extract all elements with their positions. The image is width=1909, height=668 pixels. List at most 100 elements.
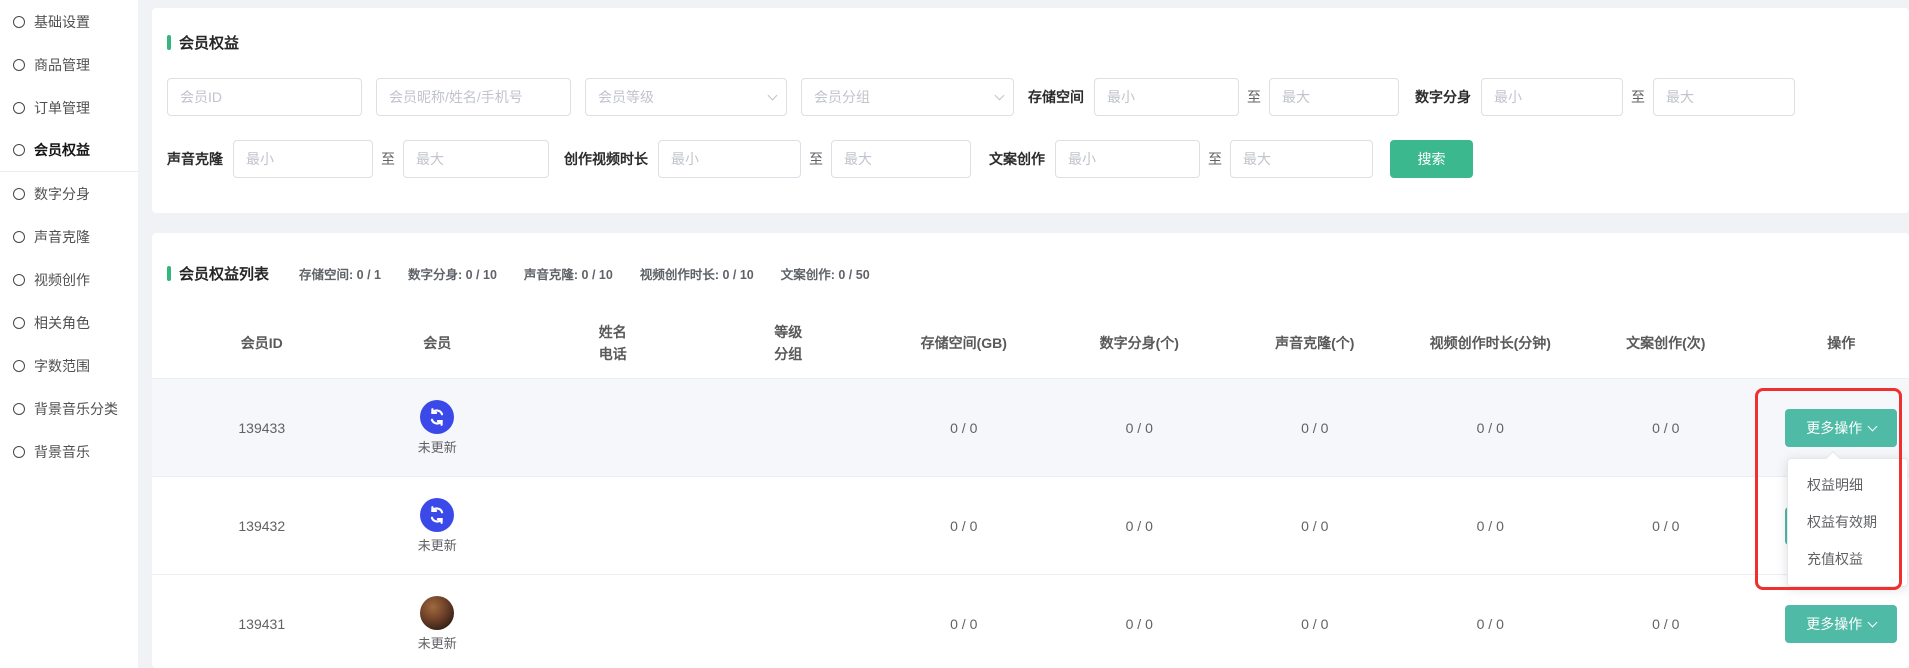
voice-range-label: 声音克隆 <box>167 149 223 169</box>
list-title: 会员权益列表 <box>179 263 269 284</box>
sidebar-item-label: 数字分身 <box>34 184 90 204</box>
circle-icon <box>13 403 25 415</box>
chevron-down-icon <box>768 91 778 101</box>
sidebar-item-label: 背景音乐 <box>34 442 90 462</box>
to-label: 至 <box>1631 87 1645 107</box>
logo-avatar <box>420 400 454 434</box>
circle-icon <box>13 188 25 200</box>
storage-range-label: 存储空间 <box>1028 87 1084 107</box>
circle-icon <box>13 16 25 28</box>
storage-min-input[interactable] <box>1094 78 1239 116</box>
filter-row-1: 会员等级 会员分组 存储空间 至 数字分身 至 <box>152 78 1795 116</box>
sidebar-item-label: 背景音乐分类 <box>34 399 118 419</box>
col-member-id: 会员ID <box>174 333 350 355</box>
member-id-input[interactable] <box>167 78 362 116</box>
more-actions-dropdown: 权益明细 权益有效期 充值权益 <box>1787 458 1908 587</box>
col-actions: 操作 <box>1754 333 1909 355</box>
cell-voice: 0 / 0 <box>1227 518 1403 534</box>
cell-actions: 更多操作 <box>1754 409 1909 447</box>
circle-icon <box>13 360 25 372</box>
avatar-status: 未更新 <box>418 633 457 652</box>
storage-max-input[interactable] <box>1269 78 1399 116</box>
to-label: 至 <box>1247 87 1261 107</box>
menu-item-benefit-validity[interactable]: 权益有效期 <box>1788 504 1907 541</box>
benefit-stats: 存储空间: 0 / 1 数字分身: 0 / 10 声音克隆: 0 / 10 视频… <box>299 264 870 283</box>
col-level-group: 等级分组 <box>701 322 877 365</box>
circle-icon <box>13 317 25 329</box>
to-label: 至 <box>381 149 395 169</box>
video-range-label: 创作视频时长 <box>564 149 648 169</box>
col-member: 会员 <box>350 333 526 355</box>
circle-icon <box>13 231 25 243</box>
col-digital: 数字分身(个) <box>1052 333 1228 355</box>
sidebar-item-bgm[interactable]: 背景音乐 <box>0 430 138 473</box>
digital-min-input[interactable] <box>1481 78 1623 116</box>
member-level-select[interactable]: 会员等级 <box>585 78 787 116</box>
cell-video: 0 / 0 <box>1403 616 1579 632</box>
sidebar-item-digital-avatar[interactable]: 数字分身 <box>0 172 138 215</box>
cell-actions: 更多操作 <box>1754 605 1909 643</box>
copy-max-input[interactable] <box>1230 140 1373 178</box>
to-label: 至 <box>1208 149 1222 169</box>
member-group-select[interactable]: 会员分组 <box>801 78 1014 116</box>
table-row: 139433 未更新 0 / 0 0 / 0 0 / 0 0 / 0 0 <box>152 379 1909 477</box>
list-card-header: 会员权益列表 存储空间: 0 / 1 数字分身: 0 / 10 声音克隆: 0 … <box>152 233 1909 284</box>
sidebar: 基础设置 商品管理 订单管理 会员权益 数字分身 声音克隆 视频创作 相关角色 … <box>0 0 138 668</box>
voice-max-input[interactable] <box>403 140 549 178</box>
benefits-table: 会员ID 会员 姓名电话 等级分组 存储空间(GB) 数字分身(个) 声音克隆(… <box>152 310 1909 668</box>
search-button[interactable]: 搜索 <box>1390 140 1473 178</box>
more-actions-button[interactable]: 更多操作 <box>1785 605 1897 643</box>
sidebar-item-related-roles[interactable]: 相关角色 <box>0 301 138 344</box>
benefits-list-card: 会员权益列表 存储空间: 0 / 1 数字分身: 0 / 10 声音克隆: 0 … <box>152 233 1909 668</box>
filters-card-header: 会员权益 <box>152 8 1909 53</box>
chevron-down-icon <box>995 91 1005 101</box>
circle-icon <box>13 274 25 286</box>
copy-min-input[interactable] <box>1055 140 1200 178</box>
video-min-input[interactable] <box>658 140 801 178</box>
copy-range-label: 文案创作 <box>989 149 1045 169</box>
circle-icon <box>13 446 25 458</box>
sidebar-item-label: 会员权益 <box>34 140 90 160</box>
sidebar-item-product-management[interactable]: 商品管理 <box>0 43 138 86</box>
cell-member-id: 139431 <box>174 616 350 632</box>
voice-min-input[interactable] <box>233 140 373 178</box>
cell-copy: 0 / 0 <box>1578 518 1754 534</box>
cell-digital: 0 / 0 <box>1052 616 1228 632</box>
stat-voice: 声音克隆: 0 / 10 <box>524 264 613 283</box>
sidebar-item-order-management[interactable]: 订单管理 <box>0 86 138 129</box>
nickname-input[interactable] <box>376 78 571 116</box>
menu-item-recharge-benefit[interactable]: 充值权益 <box>1788 541 1907 578</box>
sidebar-item-label: 字数范围 <box>34 356 90 376</box>
sidebar-item-member-benefits[interactable]: 会员权益 <box>0 129 138 172</box>
member-group-placeholder: 会员分组 <box>814 87 870 107</box>
filters-card: 会员权益 会员等级 会员分组 存储空间 至 数字分身 至 声音克隆 至 创作视频… <box>152 8 1909 213</box>
cell-storage: 0 / 0 <box>876 420 1052 436</box>
avatar-status: 未更新 <box>418 535 457 554</box>
cell-storage: 0 / 0 <box>876 616 1052 632</box>
digital-max-input[interactable] <box>1653 78 1795 116</box>
member-level-placeholder: 会员等级 <box>598 87 654 107</box>
photo-avatar <box>420 596 454 630</box>
circle-icon <box>13 102 25 114</box>
cell-digital: 0 / 0 <box>1052 420 1228 436</box>
sidebar-item-voice-clone[interactable]: 声音克隆 <box>0 215 138 258</box>
sidebar-item-basic-settings[interactable]: 基础设置 <box>0 0 138 43</box>
sidebar-item-word-count-range[interactable]: 字数范围 <box>0 344 138 387</box>
sidebar-item-bgm-category[interactable]: 背景音乐分类 <box>0 387 138 430</box>
cell-video: 0 / 0 <box>1403 518 1579 534</box>
circle-icon <box>13 59 25 71</box>
sidebar-item-label: 声音克隆 <box>34 227 90 247</box>
cell-member: 未更新 <box>350 596 526 652</box>
title-marker <box>167 35 171 50</box>
more-actions-button[interactable]: 更多操作 <box>1785 409 1897 447</box>
cell-copy: 0 / 0 <box>1578 420 1754 436</box>
col-video: 视频创作时长(分钟) <box>1403 333 1579 355</box>
video-max-input[interactable] <box>831 140 971 178</box>
cell-voice: 0 / 0 <box>1227 420 1403 436</box>
menu-item-benefit-details[interactable]: 权益明细 <box>1788 467 1907 504</box>
sidebar-item-video-creation[interactable]: 视频创作 <box>0 258 138 301</box>
col-copy: 文案创作(次) <box>1578 333 1754 355</box>
cell-video: 0 / 0 <box>1403 420 1579 436</box>
sidebar-item-label: 订单管理 <box>34 98 90 118</box>
col-name-phone: 姓名电话 <box>525 322 701 365</box>
